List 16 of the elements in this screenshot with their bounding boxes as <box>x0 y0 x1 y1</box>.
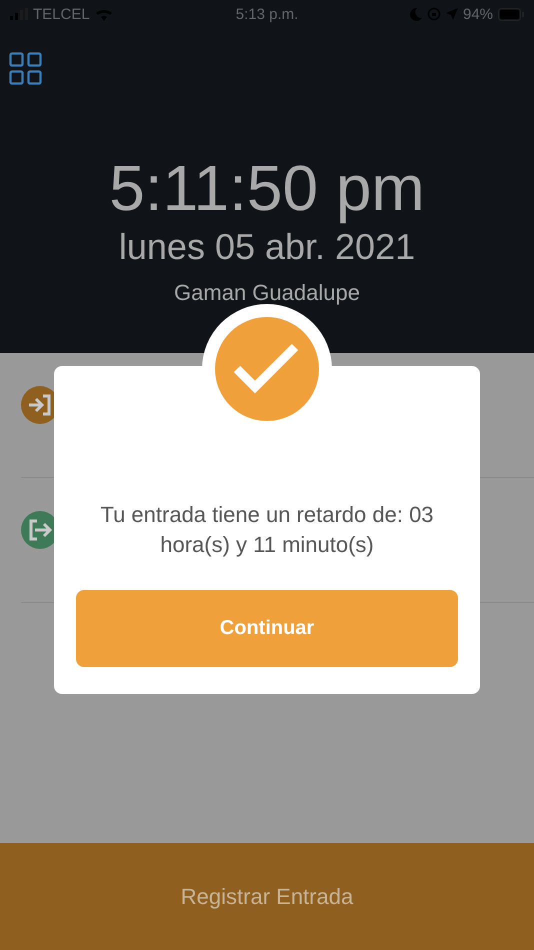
moon-icon <box>410 8 422 20</box>
carrier-name: TELCEL <box>33 6 90 22</box>
location-icon <box>446 8 458 20</box>
grid-menu-icon[interactable] <box>9 52 42 85</box>
status-time: 5:13 p.m. <box>236 6 298 22</box>
signal-icon <box>10 8 28 20</box>
wifi-icon <box>94 8 113 20</box>
delay-message: Tu entrada tiene un retardo de: 03 hora(s) y 11 minuto(s) <box>99 501 435 559</box>
battery-icon <box>498 8 524 20</box>
battery-percent: 94% <box>462 6 494 22</box>
register-entry-button[interactable]: Registrar Entrada <box>170 878 364 916</box>
rotation-lock-icon <box>426 7 441 21</box>
user-name: Gaman Guadalupe <box>174 280 360 306</box>
checkmark-icon <box>215 317 319 421</box>
continue-button[interactable]: Continuar <box>76 590 458 667</box>
date-text: lunes 05 abr. 2021 <box>118 226 416 268</box>
